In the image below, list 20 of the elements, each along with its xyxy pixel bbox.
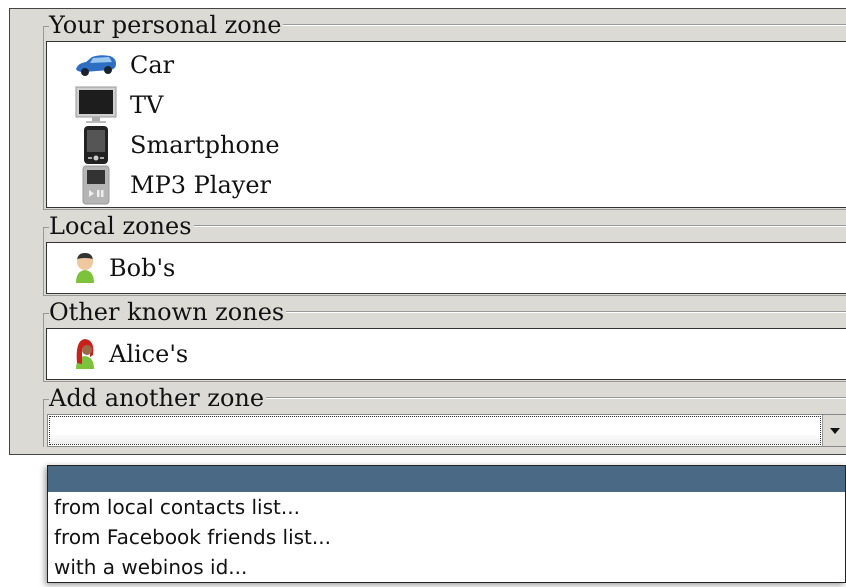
list-item[interactable]: Car xyxy=(130,51,174,79)
list-item[interactable]: Bob's xyxy=(109,254,176,282)
dropdown-button[interactable] xyxy=(822,415,846,446)
caret-icon xyxy=(830,428,840,434)
list-item[interactable]: TV xyxy=(130,91,164,119)
menu-item[interactable]: from Facebook friends list... xyxy=(48,522,845,552)
monitor-icon xyxy=(74,86,118,124)
group-label: Other known zones xyxy=(49,298,284,326)
person-icon xyxy=(74,337,96,371)
person-icon xyxy=(74,251,96,285)
car-icon xyxy=(74,53,118,77)
group-label: Local zones xyxy=(49,212,192,240)
list-item[interactable]: Alice's xyxy=(109,340,188,368)
list-item[interactable]: MP3 Player xyxy=(130,171,271,199)
group-label: Add another zone xyxy=(49,384,264,412)
group-label: Your personal zone xyxy=(49,10,282,38)
dropdown-field[interactable] xyxy=(47,414,846,447)
menu-item[interactable]: from local contacts list... xyxy=(48,492,845,522)
list-item[interactable]: Smartphone xyxy=(130,131,280,159)
menu-item[interactable]: with a webinos id... xyxy=(48,552,845,582)
